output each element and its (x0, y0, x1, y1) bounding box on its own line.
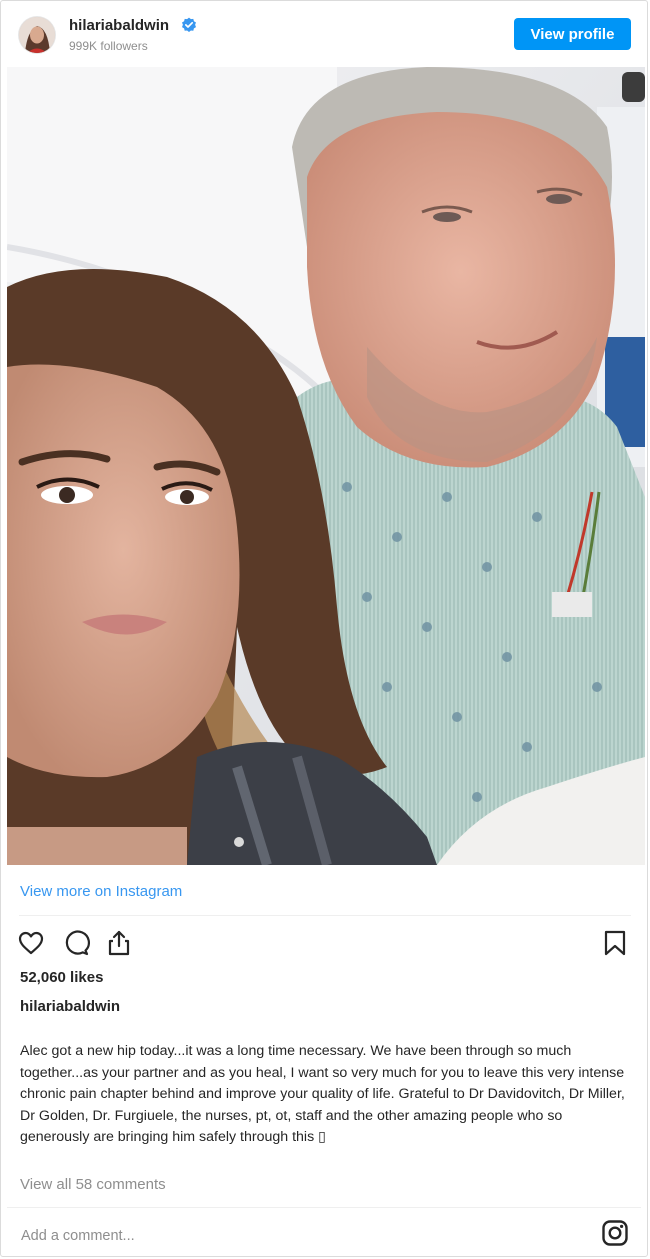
post-caption: Alec got a new hip today...it was a long… (20, 1043, 625, 1145)
verified-badge-icon (181, 17, 197, 33)
caption-username[interactable]: hilariabaldwin (20, 998, 120, 1015)
view-profile-button[interactable]: View profile (514, 18, 631, 50)
comment-icon[interactable] (62, 929, 90, 957)
post-header: hilariabaldwin 999K followers View profi… (1, 1, 647, 67)
view-all-comments-link[interactable]: View all 58 comments (20, 1176, 166, 1193)
instagram-icon[interactable] (601, 1219, 629, 1247)
divider (19, 915, 631, 916)
instagram-embed: hilariabaldwin 999K followers View profi… (0, 0, 648, 1257)
followers-count: 999K followers (69, 39, 148, 53)
bookmark-icon[interactable] (601, 929, 629, 957)
heart-icon[interactable] (17, 929, 45, 957)
post-photo[interactable] (7, 67, 645, 865)
comment-input[interactable] (19, 1223, 543, 1249)
divider (7, 1207, 641, 1208)
username[interactable]: hilariabaldwin (69, 17, 169, 34)
likes-count[interactable]: 52,060 likes (20, 969, 103, 986)
view-more-link[interactable]: View more on Instagram (20, 883, 182, 900)
avatar[interactable] (19, 17, 55, 53)
share-icon[interactable] (105, 929, 133, 957)
